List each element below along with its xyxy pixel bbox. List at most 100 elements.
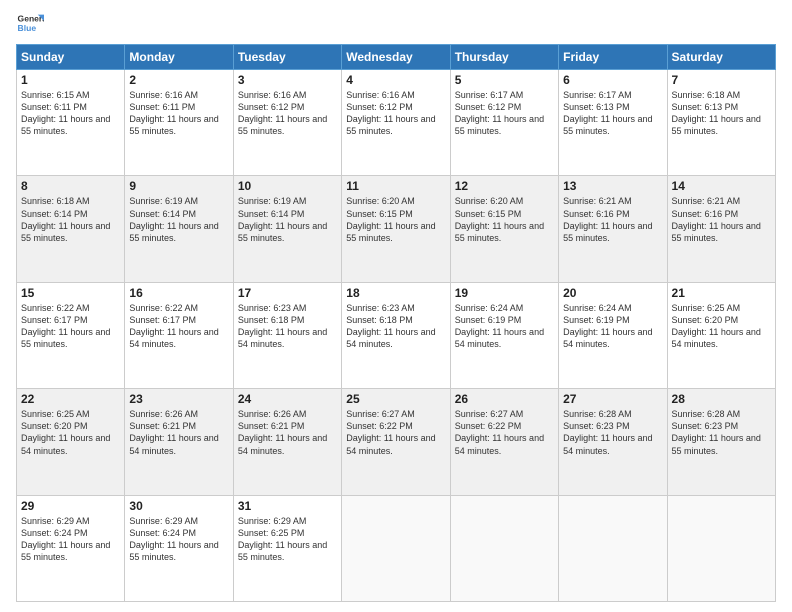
day-header-wednesday: Wednesday: [342, 45, 450, 70]
calendar-table: SundayMondayTuesdayWednesdayThursdayFrid…: [16, 44, 776, 602]
day-info: Sunrise: 6:22 AMSunset: 6:17 PMDaylight:…: [21, 303, 110, 349]
day-info: Sunrise: 6:25 AMSunset: 6:20 PMDaylight:…: [21, 409, 110, 455]
calendar-header-row: SundayMondayTuesdayWednesdayThursdayFrid…: [17, 45, 776, 70]
day-header-tuesday: Tuesday: [233, 45, 341, 70]
day-info: Sunrise: 6:21 AMSunset: 6:16 PMDaylight:…: [563, 196, 652, 242]
calendar-cell: 28 Sunrise: 6:28 AMSunset: 6:23 PMDaylig…: [667, 389, 775, 495]
day-number: 14: [672, 179, 771, 193]
calendar-cell: 18 Sunrise: 6:23 AMSunset: 6:18 PMDaylig…: [342, 282, 450, 388]
day-info: Sunrise: 6:23 AMSunset: 6:18 PMDaylight:…: [238, 303, 327, 349]
calendar-cell: 3 Sunrise: 6:16 AMSunset: 6:12 PMDayligh…: [233, 70, 341, 176]
day-number: 17: [238, 286, 337, 300]
day-number: 29: [21, 499, 120, 513]
calendar-cell: 25 Sunrise: 6:27 AMSunset: 6:22 PMDaylig…: [342, 389, 450, 495]
day-header-saturday: Saturday: [667, 45, 775, 70]
day-number: 7: [672, 73, 771, 87]
logo-icon: General Blue: [16, 10, 44, 38]
page: General Blue SundayMondayTuesdayWednesda…: [0, 0, 792, 612]
day-number: 24: [238, 392, 337, 406]
day-info: Sunrise: 6:15 AMSunset: 6:11 PMDaylight:…: [21, 90, 110, 136]
day-info: Sunrise: 6:25 AMSunset: 6:20 PMDaylight:…: [672, 303, 761, 349]
calendar-week-5: 29 Sunrise: 6:29 AMSunset: 6:24 PMDaylig…: [17, 495, 776, 601]
day-info: Sunrise: 6:29 AMSunset: 6:25 PMDaylight:…: [238, 516, 327, 562]
day-number: 26: [455, 392, 554, 406]
day-number: 5: [455, 73, 554, 87]
day-number: 3: [238, 73, 337, 87]
calendar-cell: 15 Sunrise: 6:22 AMSunset: 6:17 PMDaylig…: [17, 282, 125, 388]
calendar-cell: 31 Sunrise: 6:29 AMSunset: 6:25 PMDaylig…: [233, 495, 341, 601]
day-number: 30: [129, 499, 228, 513]
day-header-monday: Monday: [125, 45, 233, 70]
calendar-cell: 8 Sunrise: 6:18 AMSunset: 6:14 PMDayligh…: [17, 176, 125, 282]
day-number: 19: [455, 286, 554, 300]
day-number: 16: [129, 286, 228, 300]
calendar-cell: 2 Sunrise: 6:16 AMSunset: 6:11 PMDayligh…: [125, 70, 233, 176]
calendar-week-2: 8 Sunrise: 6:18 AMSunset: 6:14 PMDayligh…: [17, 176, 776, 282]
day-info: Sunrise: 6:24 AMSunset: 6:19 PMDaylight:…: [455, 303, 544, 349]
day-info: Sunrise: 6:16 AMSunset: 6:12 PMDaylight:…: [346, 90, 435, 136]
day-info: Sunrise: 6:19 AMSunset: 6:14 PMDaylight:…: [129, 196, 218, 242]
calendar-cell: 6 Sunrise: 6:17 AMSunset: 6:13 PMDayligh…: [559, 70, 667, 176]
day-info: Sunrise: 6:29 AMSunset: 6:24 PMDaylight:…: [129, 516, 218, 562]
day-info: Sunrise: 6:21 AMSunset: 6:16 PMDaylight:…: [672, 196, 761, 242]
calendar-week-4: 22 Sunrise: 6:25 AMSunset: 6:20 PMDaylig…: [17, 389, 776, 495]
day-number: 1: [21, 73, 120, 87]
calendar-cell: 5 Sunrise: 6:17 AMSunset: 6:12 PMDayligh…: [450, 70, 558, 176]
day-number: 13: [563, 179, 662, 193]
calendar-cell: [559, 495, 667, 601]
day-info: Sunrise: 6:29 AMSunset: 6:24 PMDaylight:…: [21, 516, 110, 562]
day-number: 6: [563, 73, 662, 87]
calendar-cell: 27 Sunrise: 6:28 AMSunset: 6:23 PMDaylig…: [559, 389, 667, 495]
day-number: 25: [346, 392, 445, 406]
calendar-week-3: 15 Sunrise: 6:22 AMSunset: 6:17 PMDaylig…: [17, 282, 776, 388]
calendar-cell: 9 Sunrise: 6:19 AMSunset: 6:14 PMDayligh…: [125, 176, 233, 282]
calendar-cell: 22 Sunrise: 6:25 AMSunset: 6:20 PMDaylig…: [17, 389, 125, 495]
day-number: 12: [455, 179, 554, 193]
calendar-cell: 12 Sunrise: 6:20 AMSunset: 6:15 PMDaylig…: [450, 176, 558, 282]
calendar-cell: 10 Sunrise: 6:19 AMSunset: 6:14 PMDaylig…: [233, 176, 341, 282]
day-number: 10: [238, 179, 337, 193]
day-number: 8: [21, 179, 120, 193]
day-info: Sunrise: 6:16 AMSunset: 6:11 PMDaylight:…: [129, 90, 218, 136]
calendar-cell: 24 Sunrise: 6:26 AMSunset: 6:21 PMDaylig…: [233, 389, 341, 495]
day-info: Sunrise: 6:26 AMSunset: 6:21 PMDaylight:…: [238, 409, 327, 455]
calendar-cell: 21 Sunrise: 6:25 AMSunset: 6:20 PMDaylig…: [667, 282, 775, 388]
day-number: 20: [563, 286, 662, 300]
header: General Blue: [16, 10, 776, 38]
calendar-cell: 17 Sunrise: 6:23 AMSunset: 6:18 PMDaylig…: [233, 282, 341, 388]
calendar-cell: 30 Sunrise: 6:29 AMSunset: 6:24 PMDaylig…: [125, 495, 233, 601]
calendar-cell: 7 Sunrise: 6:18 AMSunset: 6:13 PMDayligh…: [667, 70, 775, 176]
day-number: 23: [129, 392, 228, 406]
day-info: Sunrise: 6:18 AMSunset: 6:14 PMDaylight:…: [21, 196, 110, 242]
day-info: Sunrise: 6:28 AMSunset: 6:23 PMDaylight:…: [563, 409, 652, 455]
day-number: 18: [346, 286, 445, 300]
day-header-sunday: Sunday: [17, 45, 125, 70]
calendar-cell: 20 Sunrise: 6:24 AMSunset: 6:19 PMDaylig…: [559, 282, 667, 388]
day-info: Sunrise: 6:24 AMSunset: 6:19 PMDaylight:…: [563, 303, 652, 349]
day-header-thursday: Thursday: [450, 45, 558, 70]
day-info: Sunrise: 6:23 AMSunset: 6:18 PMDaylight:…: [346, 303, 435, 349]
calendar-cell: 11 Sunrise: 6:20 AMSunset: 6:15 PMDaylig…: [342, 176, 450, 282]
calendar-cell: [450, 495, 558, 601]
day-info: Sunrise: 6:20 AMSunset: 6:15 PMDaylight:…: [346, 196, 435, 242]
calendar-cell: 19 Sunrise: 6:24 AMSunset: 6:19 PMDaylig…: [450, 282, 558, 388]
svg-text:Blue: Blue: [18, 23, 37, 33]
day-number: 28: [672, 392, 771, 406]
day-number: 27: [563, 392, 662, 406]
day-number: 9: [129, 179, 228, 193]
day-number: 31: [238, 499, 337, 513]
day-number: 22: [21, 392, 120, 406]
day-number: 15: [21, 286, 120, 300]
calendar-cell: 4 Sunrise: 6:16 AMSunset: 6:12 PMDayligh…: [342, 70, 450, 176]
day-info: Sunrise: 6:22 AMSunset: 6:17 PMDaylight:…: [129, 303, 218, 349]
day-info: Sunrise: 6:27 AMSunset: 6:22 PMDaylight:…: [346, 409, 435, 455]
day-number: 21: [672, 286, 771, 300]
logo: General Blue: [16, 10, 44, 38]
day-info: Sunrise: 6:17 AMSunset: 6:13 PMDaylight:…: [563, 90, 652, 136]
day-header-friday: Friday: [559, 45, 667, 70]
calendar-cell: [667, 495, 775, 601]
day-info: Sunrise: 6:28 AMSunset: 6:23 PMDaylight:…: [672, 409, 761, 455]
day-info: Sunrise: 6:26 AMSunset: 6:21 PMDaylight:…: [129, 409, 218, 455]
calendar-cell: 23 Sunrise: 6:26 AMSunset: 6:21 PMDaylig…: [125, 389, 233, 495]
calendar-cell: 16 Sunrise: 6:22 AMSunset: 6:17 PMDaylig…: [125, 282, 233, 388]
